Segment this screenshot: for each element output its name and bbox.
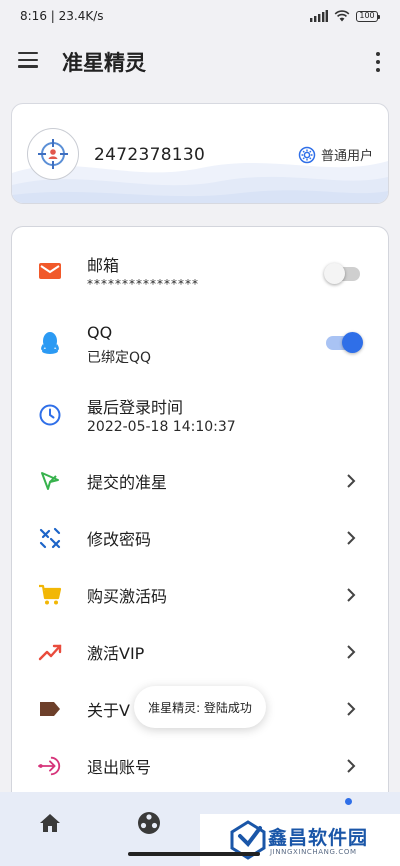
email-icon xyxy=(38,259,62,283)
watermark-url: JINNGXINCHANG.COM xyxy=(270,848,357,856)
logout-icon xyxy=(38,754,62,778)
setting-qq-title: QQ xyxy=(87,323,113,342)
setting-change-password[interactable]: 修改密码 xyxy=(12,520,388,556)
setting-change-password-title: 修改密码 xyxy=(87,530,152,549)
status-left: 8:16 | 23.4K/s xyxy=(20,9,104,23)
account-qq-number: 2472378130 xyxy=(94,145,206,165)
nav-home[interactable] xyxy=(37,810,63,836)
status-network-speed: 23.4K/s xyxy=(58,9,104,23)
status-divider: | xyxy=(50,9,59,23)
avatar[interactable] xyxy=(27,128,79,180)
setting-about-title: 关于V xyxy=(87,701,130,720)
status-time: 8:16 xyxy=(20,9,47,23)
clock-icon xyxy=(38,403,62,427)
chevron-right-icon xyxy=(347,759,356,773)
setting-activate-vip-title: 激活VIP xyxy=(87,644,145,663)
setting-email-title: 邮箱 xyxy=(87,256,120,275)
watermark-name: 鑫昌软件园 xyxy=(268,827,369,849)
setting-last-login: 最后登录时间 2022-05-18 14:10:37 xyxy=(12,393,388,443)
setting-qq-value: 已绑定QQ xyxy=(87,350,152,366)
user-type-label: 普通用户 xyxy=(320,149,373,164)
menu-icon[interactable] xyxy=(18,52,38,70)
account-card[interactable]: 2472378130 普通用户 xyxy=(11,103,389,204)
nav-crosshair-library[interactable] xyxy=(136,810,162,836)
setting-logout[interactable]: 退出账号 xyxy=(12,748,388,784)
more-options-icon[interactable] xyxy=(374,52,382,72)
password-icon xyxy=(38,526,62,550)
setting-submitted-title: 提交的准星 xyxy=(87,473,168,492)
setting-email[interactable]: 邮箱 **************** xyxy=(12,251,388,301)
qq-toggle[interactable] xyxy=(326,332,363,353)
gear-icon xyxy=(298,146,316,163)
shopping-cart-icon xyxy=(38,583,62,607)
send-icon xyxy=(38,469,62,493)
setting-buy-activation-code[interactable]: 购买激活码 xyxy=(12,577,388,613)
setting-last-login-title: 最后登录时间 xyxy=(87,398,184,417)
user-type-badge[interactable]: 普通用户 xyxy=(298,145,373,164)
nav-profile-active-indicator[interactable] xyxy=(345,798,352,805)
wifi-icon xyxy=(334,10,350,22)
chevron-right-icon xyxy=(347,588,356,602)
watermark-logo: 鑫昌软件园 JINNGXINCHANG.COM xyxy=(200,814,400,866)
status-icons: 100 xyxy=(310,10,380,22)
qq-penguin-icon xyxy=(38,331,62,355)
setting-buy-code-title: 购买激活码 xyxy=(87,587,168,606)
chevron-right-icon xyxy=(347,531,356,545)
setting-last-login-value: 2022-05-18 14:10:37 xyxy=(87,419,236,435)
gesture-bar[interactable] xyxy=(128,852,260,856)
signal-icon xyxy=(310,10,328,22)
trending-up-icon xyxy=(38,640,62,664)
setting-qq[interactable]: QQ 已绑定QQ xyxy=(12,321,388,371)
page-title: 准星精灵 xyxy=(62,51,146,75)
crosshair-logo-icon xyxy=(38,139,68,169)
setting-submitted-crosshairs[interactable]: 提交的准星 xyxy=(12,463,388,499)
setting-activate-vip[interactable]: 激活VIP xyxy=(12,634,388,670)
toast-message: 准星精灵: 登陆成功 xyxy=(134,686,266,728)
chevron-right-icon xyxy=(347,645,356,659)
app-bar: 准星精灵 xyxy=(0,36,400,86)
setting-logout-title: 退出账号 xyxy=(87,758,152,777)
film-reel-icon xyxy=(138,812,160,834)
chevron-right-icon xyxy=(347,474,356,488)
home-icon xyxy=(40,814,60,832)
chevron-right-icon xyxy=(347,702,356,716)
battery-icon: 100 xyxy=(356,10,380,22)
setting-email-value: **************** xyxy=(87,277,199,291)
email-toggle[interactable] xyxy=(324,263,360,284)
tag-icon xyxy=(38,697,62,721)
settings-list: 邮箱 **************** QQ 已绑定QQ 最后登录时间 2022… xyxy=(11,226,389,866)
status-bar: 8:16 | 23.4K/s 100 xyxy=(0,0,400,32)
